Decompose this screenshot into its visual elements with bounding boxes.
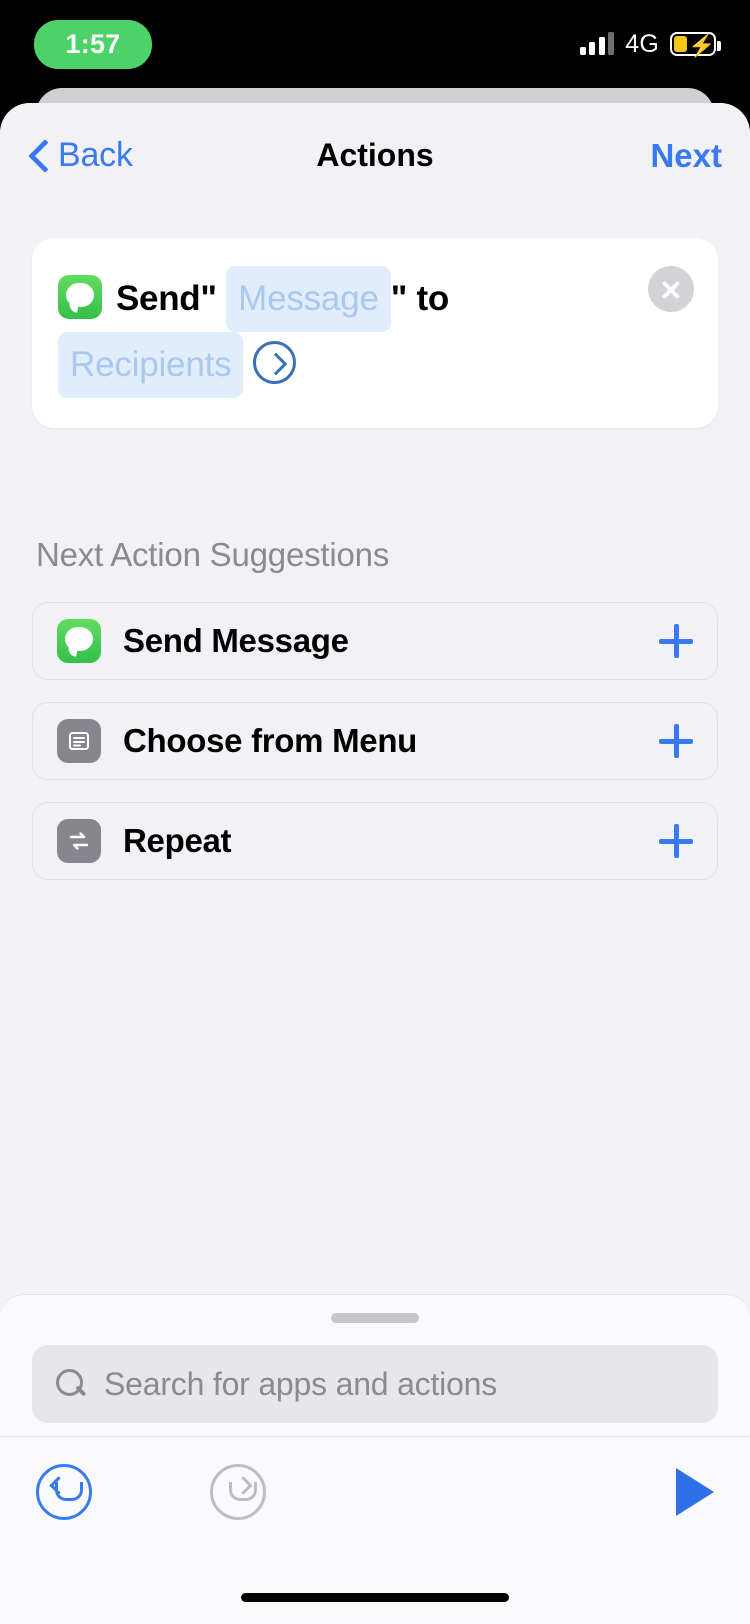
action-preposition: to xyxy=(416,279,449,318)
action-verb: Send xyxy=(116,279,201,318)
signal-bars-icon xyxy=(579,32,615,55)
status-bar: 1:57 4G ⚡ xyxy=(0,0,750,88)
message-placeholder-pill[interactable]: Message xyxy=(226,266,391,333)
suggestion-label: Send Message xyxy=(123,622,349,660)
search-input[interactable]: Search for apps and actions xyxy=(32,1345,718,1423)
plus-icon[interactable] xyxy=(659,824,693,859)
status-indicators: 4G ⚡ xyxy=(579,29,721,59)
action-description: Send" Message " to Recipients xyxy=(58,266,692,399)
suggestion-row-send-message[interactable]: Send Message xyxy=(32,602,718,681)
suggestions-list: Send Message Choose from Menu Repeat xyxy=(32,602,718,881)
phone-screen: 1:57 4G ⚡ Back Actions Next Send" Messag… xyxy=(0,0,750,1624)
drag-handle-icon[interactable] xyxy=(331,1313,419,1323)
repeat-loop-icon xyxy=(57,819,101,864)
close-quote: " xyxy=(390,279,408,318)
search-placeholder: Search for apps and actions xyxy=(104,1365,498,1402)
editor-toolbar xyxy=(0,1436,750,1546)
main-sheet: Back Actions Next Send" Message " to Reci… xyxy=(0,103,750,1624)
undo-icon[interactable] xyxy=(36,1463,92,1520)
chevron-right-circle-icon[interactable] xyxy=(253,341,297,385)
action-picker-sheet: Search for apps and actions xyxy=(0,1294,750,1624)
back-button[interactable]: Back xyxy=(28,136,133,175)
search-container: Search for apps and actions xyxy=(32,1345,718,1423)
redo-icon xyxy=(210,1463,266,1520)
navigation-bar: Back Actions Next xyxy=(0,103,750,208)
messages-app-icon xyxy=(57,619,101,664)
action-card[interactable]: Send" Message " to Recipients xyxy=(32,238,718,429)
back-button-label: Back xyxy=(58,136,133,174)
status-time: 1:57 xyxy=(34,19,152,69)
suggestion-label: Repeat xyxy=(123,822,232,860)
plus-icon[interactable] xyxy=(659,724,693,759)
messages-app-icon xyxy=(58,275,102,319)
plus-icon[interactable] xyxy=(659,624,693,659)
suggestion-row-choose-from-menu[interactable]: Choose from Menu xyxy=(32,702,718,781)
network-type-label: 4G xyxy=(625,29,659,58)
suggestions-section-title: Next Action Suggestions xyxy=(36,536,390,574)
battery-charging-icon: ⚡ xyxy=(670,32,721,58)
menu-list-icon xyxy=(57,719,101,764)
play-icon[interactable] xyxy=(676,1467,714,1516)
home-indicator xyxy=(241,1593,509,1602)
next-button[interactable]: Next xyxy=(650,137,722,175)
search-icon xyxy=(56,1369,86,1399)
suggestion-label: Choose from Menu xyxy=(123,722,418,760)
close-circle-icon[interactable] xyxy=(648,266,694,312)
suggestion-row-repeat[interactable]: Repeat xyxy=(32,802,718,881)
chevron-left-icon xyxy=(28,139,48,173)
recipients-placeholder-pill[interactable]: Recipients xyxy=(58,332,244,399)
open-quote: " xyxy=(200,279,217,318)
